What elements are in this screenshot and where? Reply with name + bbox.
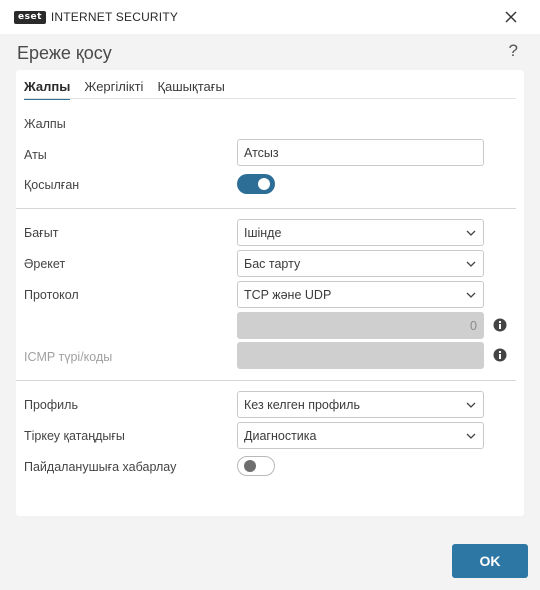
protocol-number-input: 0 bbox=[237, 312, 484, 339]
chevron-down-icon bbox=[466, 292, 476, 298]
profile-value: Кез келген профиль bbox=[244, 397, 360, 412]
eset-logo: eset bbox=[14, 10, 46, 24]
logging-value: Диагностика bbox=[244, 428, 317, 443]
help-button[interactable]: ? bbox=[509, 41, 518, 61]
profile-label: Профиль bbox=[24, 398, 78, 412]
logging-label: Тіркеу қатаңдығы bbox=[24, 429, 125, 443]
dialog-header: Ереже қосу ? bbox=[0, 34, 540, 70]
rule-panel: Жалпы Жергілікті Қашықтағы Жалпы Аты Атс… bbox=[16, 70, 524, 516]
protocol-value: TCP және UDP bbox=[244, 287, 332, 302]
chevron-down-icon bbox=[466, 402, 476, 408]
tab-bar: Жалпы Жергілікті Қашықтағы bbox=[24, 78, 239, 100]
protocol-number-value: 0 bbox=[470, 318, 477, 333]
direction-value: Ішінде bbox=[244, 225, 282, 240]
dialog-title: Ереже қосу bbox=[17, 43, 112, 63]
tab-divider bbox=[24, 98, 516, 99]
notify-label: Пайдаланушыға хабарлау bbox=[24, 460, 177, 474]
toggle-knob bbox=[244, 460, 256, 472]
icmp-label: ICMP түрі/коды bbox=[24, 350, 113, 364]
direction-label: Бағыт bbox=[24, 226, 59, 240]
enabled-toggle[interactable] bbox=[237, 174, 275, 194]
chevron-down-icon bbox=[466, 433, 476, 439]
info-icon[interactable] bbox=[493, 348, 507, 362]
name-label: Аты bbox=[24, 148, 47, 162]
divider bbox=[16, 208, 516, 209]
icmp-input bbox=[237, 342, 484, 369]
info-icon[interactable] bbox=[493, 318, 507, 332]
direction-select[interactable]: Ішінде bbox=[237, 219, 484, 246]
name-input[interactable]: Атсыз bbox=[237, 139, 484, 166]
enabled-label: Қосылған bbox=[24, 178, 80, 192]
window-titlebar: eset INTERNET SECURITY bbox=[0, 0, 540, 34]
product-name: INTERNET SECURITY bbox=[50, 10, 179, 24]
tab-general[interactable]: Жалпы bbox=[24, 78, 71, 100]
toggle-knob bbox=[258, 178, 270, 190]
chevron-down-icon bbox=[466, 261, 476, 267]
tab-remote[interactable]: Қашықтағы bbox=[157, 78, 224, 100]
action-select[interactable]: Бас тарту bbox=[237, 250, 484, 277]
name-value: Атсыз bbox=[244, 145, 279, 160]
protocol-label: Протокол bbox=[24, 288, 79, 302]
close-button[interactable] bbox=[502, 8, 520, 26]
logging-select[interactable]: Диагностика bbox=[237, 422, 484, 449]
action-value: Бас тарту bbox=[244, 256, 301, 271]
profile-select[interactable]: Кез келген профиль bbox=[237, 391, 484, 418]
chevron-down-icon bbox=[466, 230, 476, 236]
app-logo: eset INTERNET SECURITY bbox=[14, 10, 178, 24]
tab-local[interactable]: Жергілікті bbox=[84, 78, 143, 100]
divider bbox=[16, 380, 516, 381]
protocol-select[interactable]: TCP және UDP bbox=[237, 281, 484, 308]
section-label-general: Жалпы bbox=[24, 117, 66, 131]
close-icon bbox=[505, 11, 517, 23]
notify-toggle[interactable] bbox=[237, 456, 275, 476]
ok-button[interactable]: OK bbox=[452, 544, 528, 578]
action-label: Әрекет bbox=[24, 257, 66, 271]
